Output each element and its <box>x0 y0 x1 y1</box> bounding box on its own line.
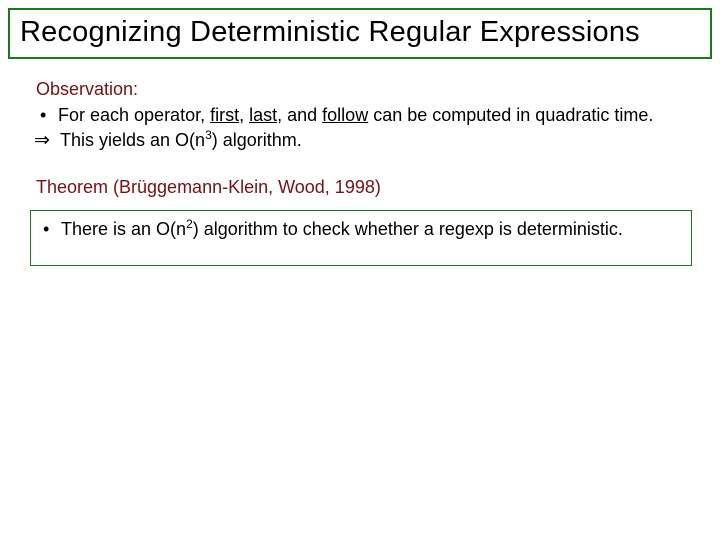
observation-bullet: • For each operator, first, last, and fo… <box>40 103 690 127</box>
observation-implication: ⇒ This yields an O(n3) algorithm. <box>34 128 690 154</box>
term-first: first <box>210 105 239 125</box>
thm-exp: 2 <box>186 217 193 231</box>
obs-sep1: , <box>239 105 249 125</box>
obs-text-prefix: For each operator, <box>58 105 210 125</box>
bullet-icon: • <box>43 217 61 241</box>
theorem-bullet: • There is an O(n2) algorithm to check w… <box>43 217 681 241</box>
title-box: Recognizing Deterministic Regular Expres… <box>8 8 712 59</box>
observation-bullet-text: For each operator, first, last, and foll… <box>58 103 690 127</box>
implication-text: This yields an O(n3) algorithm. <box>60 128 690 154</box>
theorem-bullet-text: There is an O(n2) algorithm to check whe… <box>61 217 681 241</box>
term-follow: follow <box>322 105 368 125</box>
slide-title: Recognizing Deterministic Regular Expres… <box>20 16 700 49</box>
implies-pre: This yields an O(n <box>60 130 205 150</box>
implies-post: ) algorithm. <box>212 130 302 150</box>
bullet-icon: • <box>40 103 58 127</box>
implies-icon: ⇒ <box>34 128 60 154</box>
implies-exp: 3 <box>205 128 212 142</box>
thm-post: ) algorithm to check whether a regexp is… <box>193 219 623 239</box>
thm-pre: There is an O(n <box>61 219 186 239</box>
slide: Recognizing Deterministic Regular Expres… <box>0 0 720 540</box>
theorem-box: • There is an O(n2) algorithm to check w… <box>30 210 692 266</box>
term-last: last <box>249 105 277 125</box>
observation-label: Observation: <box>36 77 690 101</box>
spacer <box>36 153 690 175</box>
slide-body: Observation: • For each operator, first,… <box>8 77 712 266</box>
obs-text-suffix: can be computed in quadratic time. <box>368 105 653 125</box>
theorem-label: Theorem (Brüggemann-Klein, Wood, 1998) <box>36 175 690 199</box>
obs-sep2: , and <box>277 105 322 125</box>
